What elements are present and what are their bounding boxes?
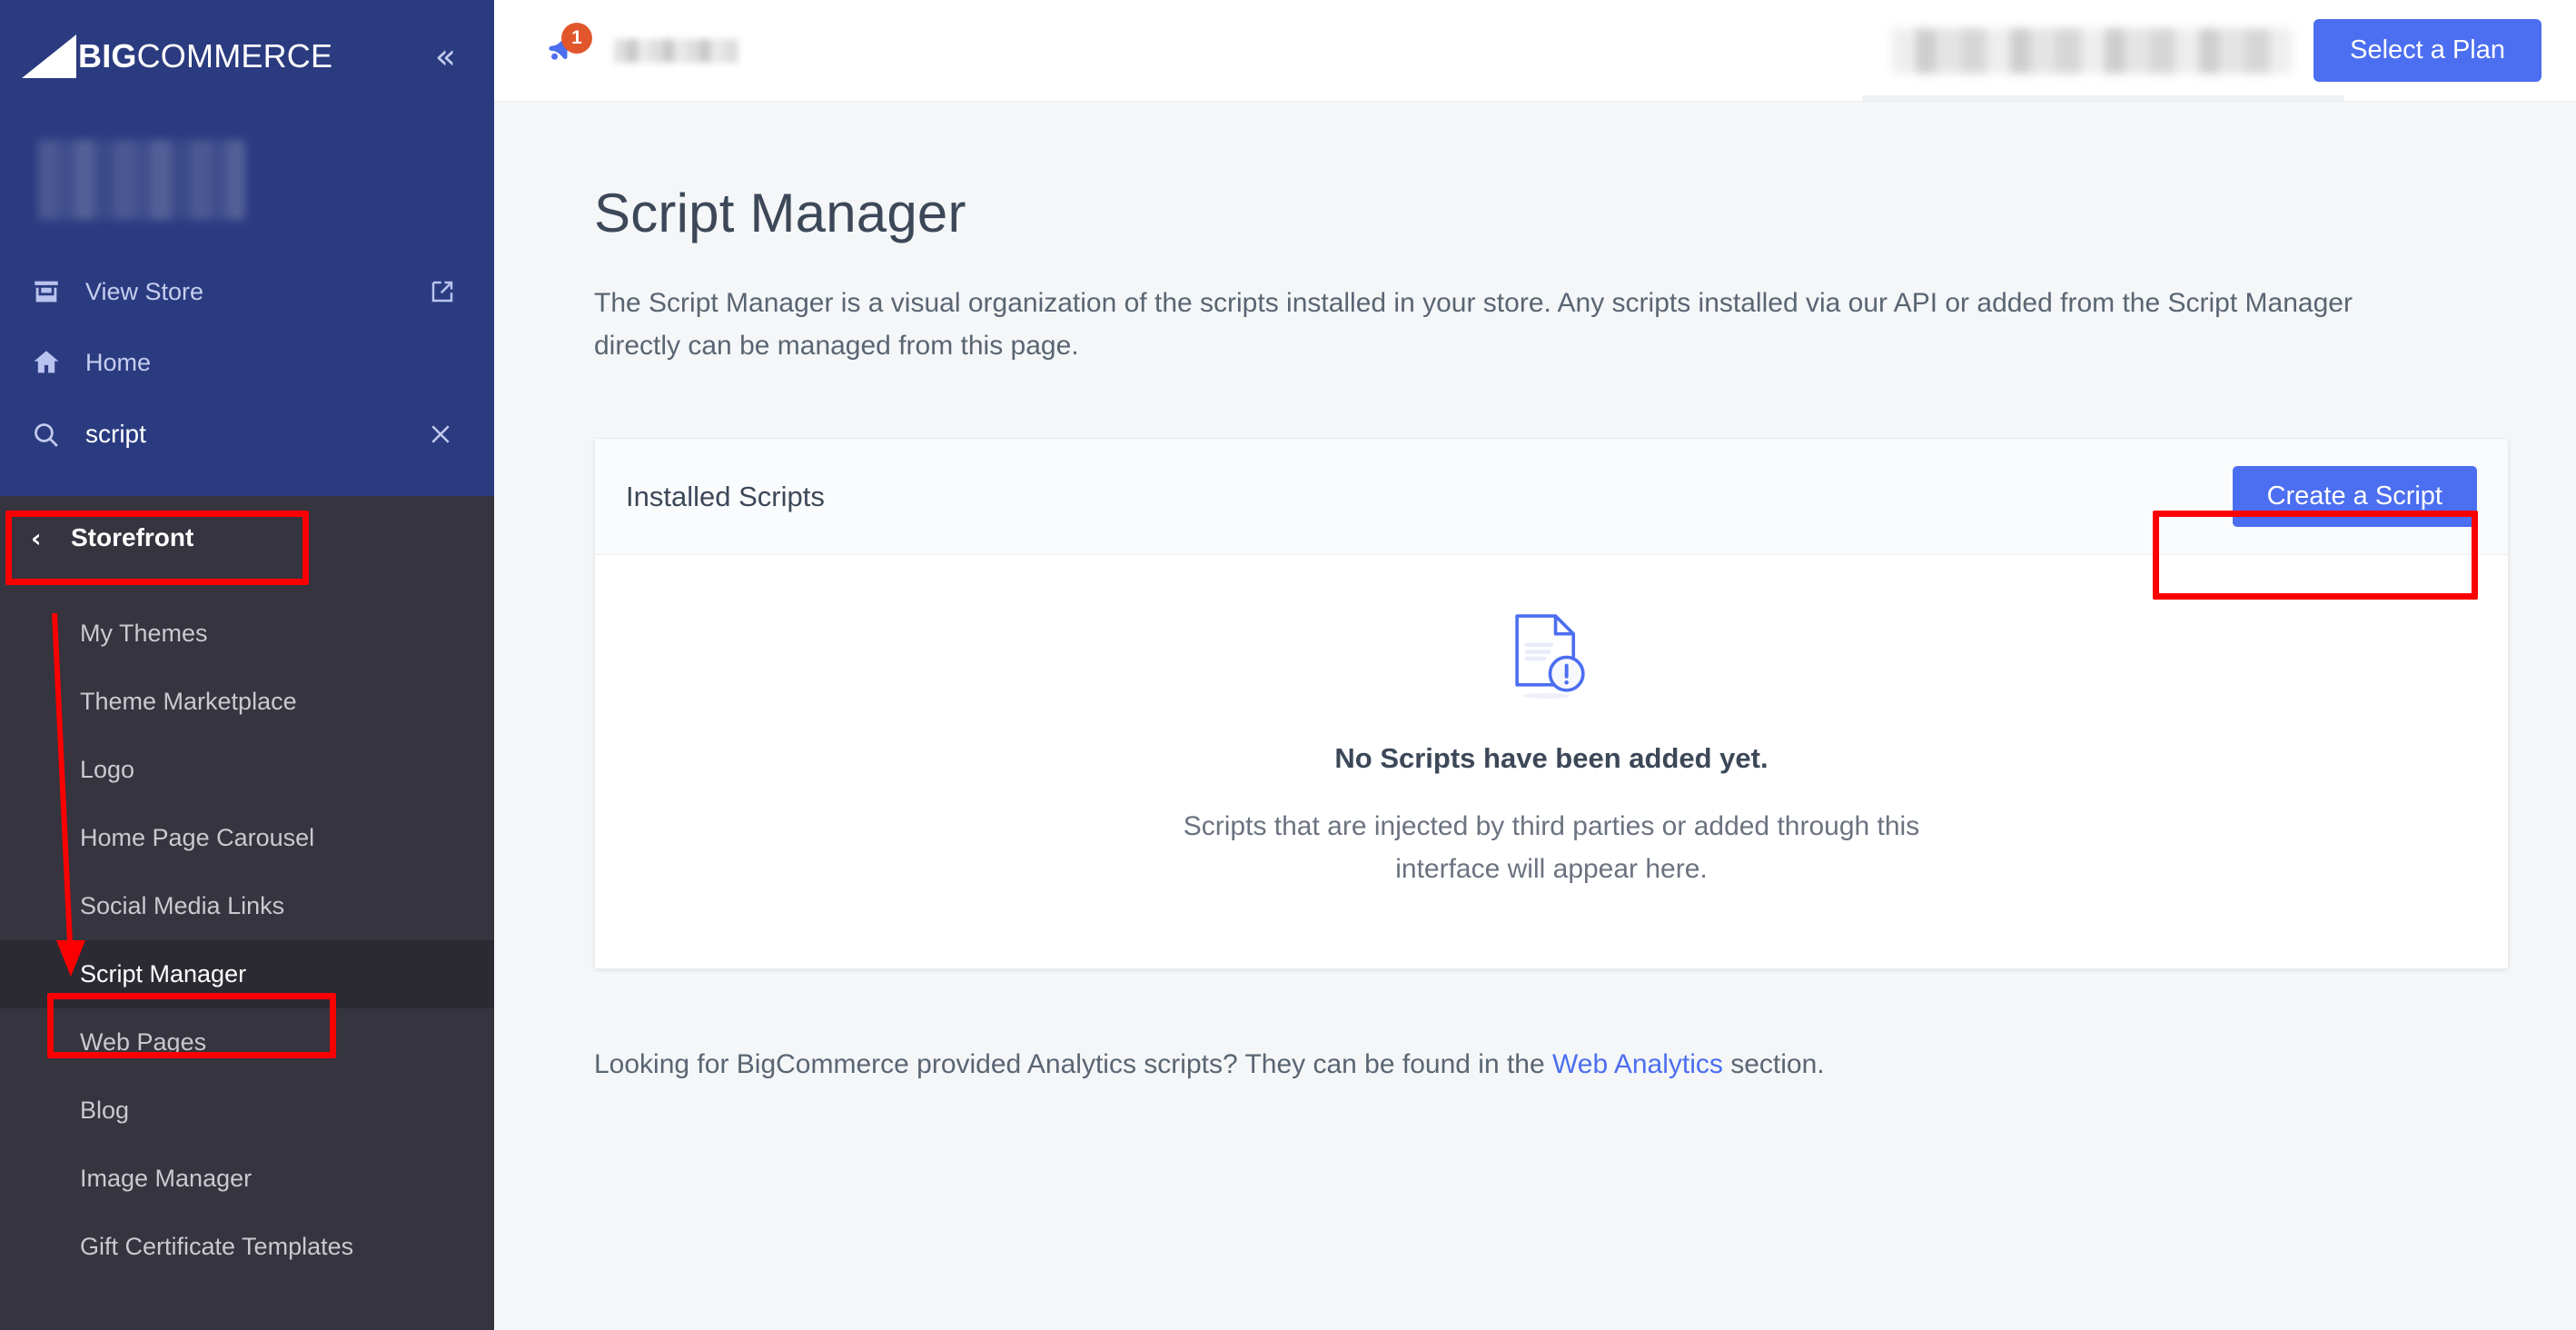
brand-suffix: COMMERCE bbox=[136, 37, 333, 74]
footer-note-after: section. bbox=[1722, 1049, 1825, 1079]
sidebar: BIGCOMMERCE « View Store Home script ‹ S… bbox=[0, 0, 494, 1330]
chevron-left-icon: ‹ bbox=[31, 522, 42, 553]
submenu-item-label: Gift Certificate Templates bbox=[80, 1233, 354, 1260]
page-description: The Script Manager is a visual organizat… bbox=[594, 288, 2353, 361]
storefront-icon bbox=[31, 276, 69, 307]
sidebar-item-gift-certificate-templates[interactable]: Gift Certificate Templates bbox=[0, 1213, 494, 1281]
top-bar: 1 Select a Plan bbox=[494, 0, 2576, 102]
card-header-actions: Create a Script bbox=[2232, 466, 2477, 527]
card-title: Installed Scripts bbox=[626, 480, 825, 512]
submenu-item-label: Social Media Links bbox=[80, 892, 285, 919]
brand-prefix: BIG bbox=[78, 37, 137, 74]
notification-count-badge: 1 bbox=[561, 22, 592, 54]
sidebar-item-logo[interactable]: Logo bbox=[0, 736, 494, 804]
store-name-redacted bbox=[38, 140, 245, 220]
submenu-item-label: My Themes bbox=[80, 620, 208, 647]
chevrons-left-icon[interactable]: « bbox=[435, 39, 456, 74]
sidebar-primary-nav: View Store Home script bbox=[0, 256, 494, 471]
sidebar-item-blog[interactable]: Blog bbox=[0, 1077, 494, 1145]
create-a-script-button[interactable]: Create a Script bbox=[2232, 466, 2477, 527]
notifications-button[interactable]: 1 bbox=[530, 19, 594, 83]
sidebar-item-theme-marketplace[interactable]: Theme Marketplace bbox=[0, 668, 494, 736]
sidebar-item-social-media-links[interactable]: Social Media Links bbox=[0, 872, 494, 940]
home-icon bbox=[31, 347, 69, 378]
sidebar-item-web-pages[interactable]: Web Pages bbox=[0, 1008, 494, 1077]
app-root: BIGCOMMERCE « View Store Home script ‹ S… bbox=[0, 0, 2576, 1330]
footer-note: Looking for BigCommerce provided Analyti… bbox=[594, 1049, 2516, 1080]
external-link-icon bbox=[429, 278, 456, 305]
document-alert-icon bbox=[1515, 614, 1585, 699]
sidebar-brand-row: BIGCOMMERCE « bbox=[0, 0, 494, 113]
submenu-spacer bbox=[0, 580, 494, 600]
account-menu-redacted[interactable] bbox=[1892, 27, 2293, 74]
sidebar-item-image-manager[interactable]: Image Manager bbox=[0, 1145, 494, 1213]
empty-state-title: No Scripts have been added yet. bbox=[1334, 742, 1769, 774]
submenu-item-label: Web Pages bbox=[80, 1028, 207, 1056]
main-area: 1 Select a Plan Script Manager The Scrip… bbox=[494, 0, 2576, 1330]
search-input[interactable]: script bbox=[85, 420, 427, 449]
sidebar-item-label: Home bbox=[85, 348, 152, 376]
submenu-item-label: Logo bbox=[80, 756, 135, 783]
sidebar-item-my-themes[interactable]: My Themes bbox=[0, 600, 494, 668]
bigcommerce-logo[interactable]: BIGCOMMERCE bbox=[20, 32, 332, 81]
submenu-item-label: Blog bbox=[80, 1097, 130, 1124]
sidebar-item-view-store[interactable]: View Store bbox=[0, 256, 494, 327]
web-analytics-link[interactable]: Web Analytics bbox=[1552, 1049, 1723, 1079]
close-icon[interactable] bbox=[427, 421, 454, 448]
select-a-plan-button[interactable]: Select a Plan bbox=[2313, 19, 2541, 82]
submenu-item-label: Theme Marketplace bbox=[80, 688, 297, 715]
sidebar-search-row[interactable]: script bbox=[0, 398, 494, 471]
card-header: Installed Scripts Create a Script bbox=[595, 439, 2508, 555]
empty-state-subtitle: Scripts that are injected by third parti… bbox=[1183, 811, 1920, 884]
submenu-item-label: Home Page Carousel bbox=[80, 824, 315, 851]
sidebar-item-home[interactable]: Home bbox=[0, 327, 494, 398]
submenu-title: Storefront bbox=[71, 523, 194, 551]
search-icon bbox=[31, 420, 69, 450]
sidebar-item-home-page-carousel[interactable]: Home Page Carousel bbox=[0, 804, 494, 872]
page-content: Script Manager The Script Manager is a v… bbox=[494, 102, 2576, 1080]
submenu-header-storefront[interactable]: ‹ Storefront bbox=[0, 496, 494, 580]
footer-note-before: Looking for BigCommerce provided Analyti… bbox=[594, 1049, 1553, 1079]
sidebar-submenu: ‹ Storefront My Themes Theme Marketplace… bbox=[0, 496, 494, 1330]
brand-wordmark: BIGCOMMERCE bbox=[78, 37, 332, 75]
topbar-redacted-label bbox=[614, 38, 738, 63]
card-body-empty-state: No Scripts have been added yet. Scripts … bbox=[595, 555, 2508, 968]
sidebar-item-label: View Store bbox=[85, 277, 204, 305]
installed-scripts-card: Installed Scripts Create a Script No Scr… bbox=[594, 438, 2509, 969]
sidebar-item-script-manager[interactable]: Script Manager bbox=[0, 940, 494, 1008]
bigcommerce-mark-icon bbox=[22, 35, 76, 78]
submenu-item-label: Image Manager bbox=[80, 1165, 253, 1192]
topbar-right-group: Select a Plan bbox=[1892, 19, 2541, 82]
submenu-item-label: Script Manager bbox=[80, 960, 247, 988]
page-title: Script Manager bbox=[594, 183, 966, 243]
topbar-underline bbox=[1862, 95, 2344, 101]
